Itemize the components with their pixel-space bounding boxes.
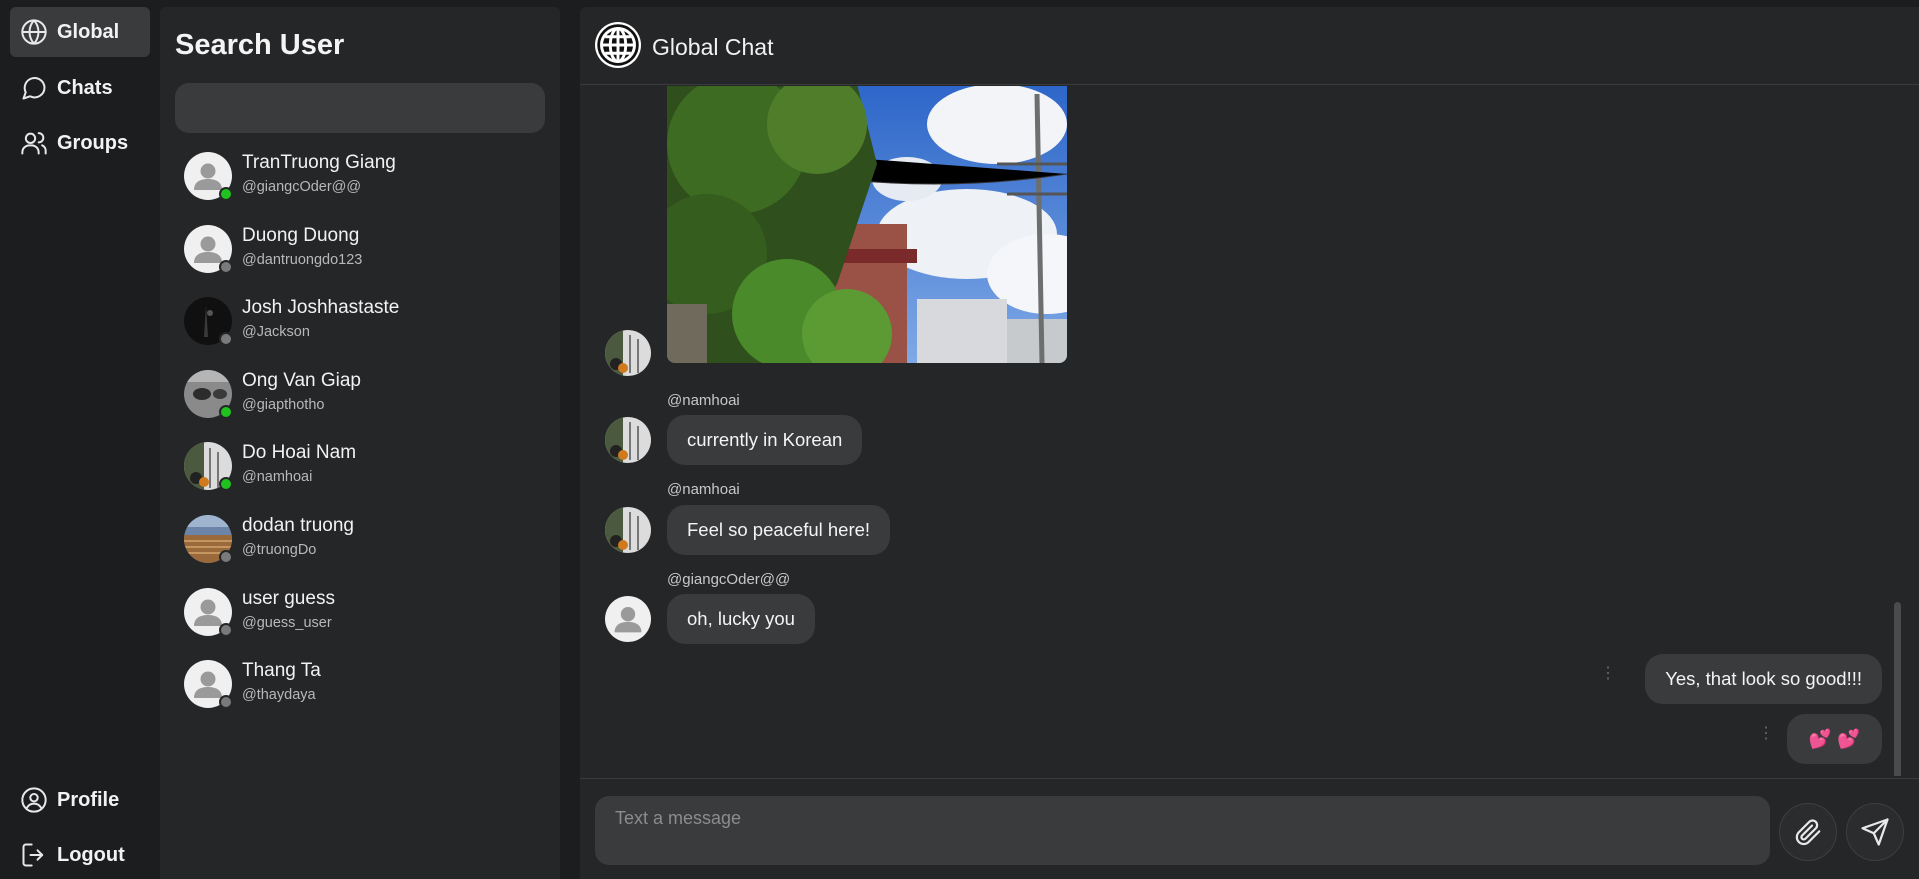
message-sender: @giangcOder@@: [667, 571, 791, 588]
user-list: TranTruong Giang @giangcOder@@ Duong Duo…: [184, 152, 544, 733]
user-name: user guess: [242, 587, 335, 609]
offline-status-dot: [219, 332, 233, 347]
message-menu-icon[interactable]: ⋮: [1758, 726, 1774, 742]
paperclip-icon: [1795, 819, 1821, 846]
nav-item-label: Global: [57, 20, 120, 43]
search-title: Search User: [175, 29, 345, 61]
user-handle: @dantruongdo123: [242, 251, 363, 268]
left-nav: Global Chats Groups Profile Logout: [0, 0, 160, 879]
my-message-bubble: Yes, that look so good!!!: [1645, 654, 1882, 704]
chat-panel: Global Chat @namhoai currently in Korean…: [580, 7, 1919, 879]
users-icon: [21, 132, 47, 155]
avatar: [605, 596, 651, 642]
offline-status-dot: [219, 549, 233, 564]
nav-item-logout[interactable]: Logout: [10, 830, 150, 879]
online-status-dot: [219, 187, 233, 201]
user-name: TranTruong Giang: [242, 152, 396, 173]
chat-title: Global Chat: [652, 34, 774, 60]
user-circle-icon: [21, 787, 47, 813]
user-name: Josh Joshhastaste: [242, 297, 400, 319]
chat-header: Global Chat: [580, 7, 1919, 85]
user-list-item[interactable]: TranTruong Giang @giangcOder@@: [184, 152, 544, 225]
message-list: @namhoai currently in Korean @namhoai Fe…: [580, 86, 1919, 776]
send-button[interactable]: [1846, 803, 1904, 861]
user-handle: @guess_user: [242, 614, 332, 631]
nav-item-profile[interactable]: Profile: [10, 775, 150, 825]
avatar: [605, 417, 651, 463]
user-name: Thang Ta: [242, 660, 321, 682]
search-panel: Search User TranTruong Giang @giangcOder…: [160, 7, 560, 879]
user-handle: @thaydaya: [242, 687, 316, 704]
offline-status-dot: [219, 695, 233, 710]
nav-item-global[interactable]: Global: [10, 7, 150, 57]
message-bubble: currently in Korean: [667, 415, 863, 465]
online-status-dot: [219, 477, 233, 492]
my-message-bubble: 💕 💕: [1786, 714, 1882, 764]
message-bubble: Feel so peaceful here!: [667, 505, 891, 555]
globe-icon: [21, 19, 47, 45]
user-handle: @giapthotho: [242, 396, 325, 413]
nav-item-label: Chats: [57, 76, 113, 99]
avatar: [605, 330, 651, 376]
composer: [580, 778, 1919, 879]
scrollbar[interactable]: [1894, 602, 1901, 776]
send-icon: [1861, 818, 1889, 846]
logout-icon: [22, 843, 44, 867]
attach-button[interactable]: [1779, 803, 1837, 861]
user-name: Ong Van Giap: [242, 369, 362, 391]
online-status-dot: [219, 404, 233, 419]
user-list-item[interactable]: Thang Ta @thaydaya: [184, 660, 544, 733]
user-handle: @giangcOder@@: [242, 179, 362, 195]
user-list-item[interactable]: Duong Duong @dantruongdo123: [184, 224, 544, 298]
user-list-item[interactable]: Ong Van Giap @giapthotho: [184, 369, 544, 443]
chat-bubble-icon: [22, 76, 46, 100]
user-list-item[interactable]: Do Hoai Nam @namhoai: [184, 442, 544, 515]
nav-item-label: Profile: [57, 788, 120, 811]
user-handle: @namhoai: [242, 469, 313, 486]
user-name: Duong Duong: [242, 224, 360, 246]
offline-status-dot: [219, 622, 233, 637]
offline-status-dot: [219, 259, 233, 274]
user-handle: @truongDo: [242, 541, 317, 558]
user-list-item[interactable]: Josh Joshhastaste @Jackson: [184, 297, 544, 370]
nav-item-label: Logout: [57, 843, 125, 866]
message-menu-icon[interactable]: ⋮: [1600, 666, 1616, 682]
message-image[interactable]: [667, 86, 1067, 363]
message-input[interactable]: [595, 796, 1770, 865]
message-sender: @namhoai: [667, 392, 740, 409]
user-handle: @Jackson: [242, 324, 310, 341]
nav-item-chats[interactable]: Chats: [10, 63, 150, 113]
avatar: [605, 507, 651, 553]
message-bubble: oh, lucky you: [667, 594, 815, 644]
user-name: dodan truong: [242, 514, 354, 536]
user-list-item[interactable]: dodan truong @truongDo: [184, 514, 544, 588]
search-input[interactable]: [175, 83, 545, 133]
user-name: Do Hoai Nam: [242, 442, 357, 464]
globe-icon: [595, 22, 641, 68]
user-list-item[interactable]: user guess @guess_user: [184, 587, 544, 661]
nav-item-label: Groups: [57, 131, 129, 154]
nav-item-groups[interactable]: Groups: [10, 118, 150, 168]
message-sender: @namhoai: [667, 481, 740, 498]
